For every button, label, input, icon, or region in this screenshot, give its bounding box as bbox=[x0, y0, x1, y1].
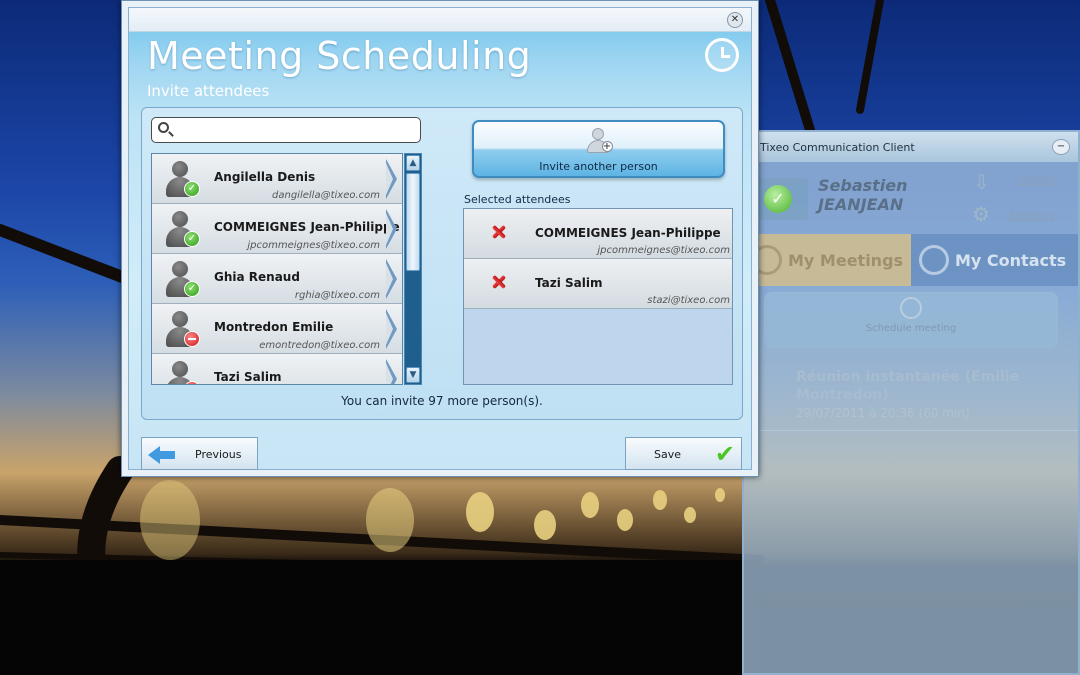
attendee-email: jpcommeignes@tixeo.com bbox=[597, 245, 730, 256]
contact-email: rghia@tixeo.com bbox=[294, 290, 380, 301]
invite-panel: ✓ Angilella Denis dangilella@tixeo.com ✓… bbox=[141, 107, 743, 420]
user-name: Sebastien JEANJEAN bbox=[818, 176, 908, 214]
contact-name: Tazi Salim bbox=[214, 370, 282, 384]
chevron-right-icon[interactable] bbox=[386, 209, 398, 249]
invite-button-label: Invite another person bbox=[539, 159, 658, 173]
available-status-icon: ✓ bbox=[184, 181, 200, 197]
user-panel: ✓ Sebastien JEANJEAN ⇩ Logout ⚙ Settings bbox=[744, 162, 1078, 234]
background-app-tabs: My Meetings My Contacts bbox=[744, 234, 1078, 286]
remove-icon[interactable] bbox=[492, 225, 506, 239]
tab-my-meetings-label: My Meetings bbox=[788, 250, 904, 270]
invite-count-text: You can invite 97 more person(s). bbox=[341, 394, 543, 408]
background-app-window: Tixeo Communication Client − ✓ Sebastien… bbox=[742, 130, 1080, 675]
contact-name: Montredon Emilie bbox=[214, 320, 334, 334]
contact-list-scrollbar[interactable]: ▲ ▼ bbox=[404, 153, 422, 385]
chevron-right-icon[interactable] bbox=[386, 159, 398, 199]
search-input[interactable] bbox=[151, 117, 421, 143]
search-icon bbox=[158, 122, 169, 133]
selected-attendees-heading: Selected attendees bbox=[464, 193, 571, 206]
available-status-icon: ✓ bbox=[184, 281, 200, 297]
user-last-name: JEANJEAN bbox=[818, 195, 904, 214]
attendee-email: stazi@tixeo.com bbox=[647, 295, 730, 306]
close-button[interactable]: ✕ bbox=[727, 12, 743, 28]
clock-icon bbox=[900, 297, 922, 319]
logout-link[interactable]: Logout bbox=[1016, 173, 1054, 186]
scrollbar-thumb[interactable] bbox=[406, 173, 420, 271]
busy-status-icon bbox=[184, 381, 200, 384]
contact-row[interactable]: ✓ Ghia Renaud rghia@tixeo.com bbox=[152, 254, 402, 304]
chevron-right-icon[interactable] bbox=[386, 309, 398, 349]
contact-list[interactable]: ✓ Angilella Denis dangilella@tixeo.com ✓… bbox=[151, 153, 403, 385]
schedule-meeting-label: Schedule meeting bbox=[865, 323, 957, 334]
dialog-body: ✕ Meeting Scheduling Invite attendees ✓ … bbox=[128, 7, 752, 470]
save-label: Save bbox=[654, 448, 682, 461]
save-button[interactable]: Save ✔ bbox=[625, 437, 742, 470]
available-status-icon: ✓ bbox=[184, 231, 200, 247]
page-subtitle: Invite attendees bbox=[147, 82, 270, 100]
selected-attendee-row[interactable]: Tazi Salim stazi@tixeo.com bbox=[464, 259, 732, 309]
gear-icon[interactable]: ⚙ bbox=[972, 202, 990, 226]
contact-email: jpcommeignes@tixeo.com bbox=[247, 240, 380, 251]
tab-my-meetings[interactable]: My Meetings bbox=[744, 234, 911, 286]
clock-icon bbox=[705, 38, 739, 72]
contact-name: Ghia Renaud bbox=[214, 270, 300, 284]
contact-email: dangilella@tixeo.com bbox=[272, 190, 380, 201]
contacts-icon bbox=[919, 245, 949, 275]
schedule-meeting-button[interactable]: Schedule meeting bbox=[764, 292, 1058, 348]
meeting-list-item[interactable]: Réunion instantanée (Emilie Montredon) 2… bbox=[744, 362, 1078, 431]
avatar: ✓ bbox=[164, 209, 200, 249]
dialog-titlebar: ✕ bbox=[129, 8, 751, 32]
contact-name: COMMEIGNES Jean-Philippe bbox=[214, 220, 400, 234]
arrow-left-icon bbox=[148, 446, 176, 464]
contact-name: Angilella Denis bbox=[214, 170, 316, 184]
meeting-scheduling-dialog: ✕ Meeting Scheduling Invite attendees ✓ … bbox=[121, 0, 759, 477]
add-person-icon: + bbox=[585, 127, 613, 154]
tab-my-contacts-label: My Contacts bbox=[955, 250, 1067, 270]
tab-my-contacts[interactable]: My Contacts bbox=[911, 234, 1078, 286]
selected-attendees-list[interactable]: COMMEIGNES Jean-Philippe jpcommeignes@ti… bbox=[463, 208, 733, 385]
contact-row[interactable]: ✓ Angilella Denis dangilella@tixeo.com bbox=[152, 154, 402, 204]
meeting-title: Réunion instantanée (Emilie Montredon) bbox=[796, 369, 1020, 403]
contact-row[interactable]: Montredon Emilie emontredon@tixeo.com bbox=[152, 304, 402, 354]
background-app-title: Tixeo Communication Client bbox=[760, 141, 915, 154]
avatar: ✓ bbox=[164, 159, 200, 199]
chevron-right-icon[interactable] bbox=[386, 259, 398, 299]
contact-email: emontredon@tixeo.com bbox=[259, 340, 380, 351]
logout-icon[interactable]: ⇩ bbox=[973, 170, 990, 194]
avatar bbox=[164, 309, 200, 349]
status-check-icon: ✓ bbox=[764, 185, 792, 213]
attendee-name: COMMEIGNES Jean-Philippe bbox=[535, 226, 721, 240]
busy-status-icon bbox=[184, 331, 200, 347]
settings-link[interactable]: Settings bbox=[1009, 209, 1054, 222]
background-app-titlebar: Tixeo Communication Client − bbox=[744, 132, 1078, 162]
avatar: ✓ bbox=[164, 259, 200, 299]
checkmark-icon: ✔ bbox=[714, 440, 735, 468]
page-title: Meeting Scheduling bbox=[147, 34, 532, 78]
scroll-down-button[interactable]: ▼ bbox=[406, 367, 420, 383]
user-first-name: Sebastien bbox=[818, 176, 908, 195]
avatar bbox=[164, 359, 200, 384]
minimize-button[interactable]: − bbox=[1052, 139, 1070, 155]
user-status-icon[interactable]: ✓ bbox=[758, 178, 808, 220]
selected-attendee-row[interactable]: COMMEIGNES Jean-Philippe jpcommeignes@ti… bbox=[464, 209, 732, 259]
scroll-up-button[interactable]: ▲ bbox=[406, 155, 420, 171]
previous-button[interactable]: Previous bbox=[141, 437, 258, 470]
remove-icon[interactable] bbox=[492, 275, 506, 289]
attendee-name: Tazi Salim bbox=[535, 276, 603, 290]
previous-label: Previous bbox=[195, 448, 242, 461]
invite-another-person-button[interactable]: + Invite another person bbox=[472, 120, 725, 178]
chevron-right-icon[interactable] bbox=[386, 359, 398, 384]
contact-row[interactable]: Tazi Salim bbox=[152, 354, 402, 384]
contact-row[interactable]: ✓ COMMEIGNES Jean-Philippe jpcommeignes@… bbox=[152, 204, 402, 254]
meeting-date: 29/07/2011 à 20:36 (60 min) bbox=[796, 406, 970, 420]
